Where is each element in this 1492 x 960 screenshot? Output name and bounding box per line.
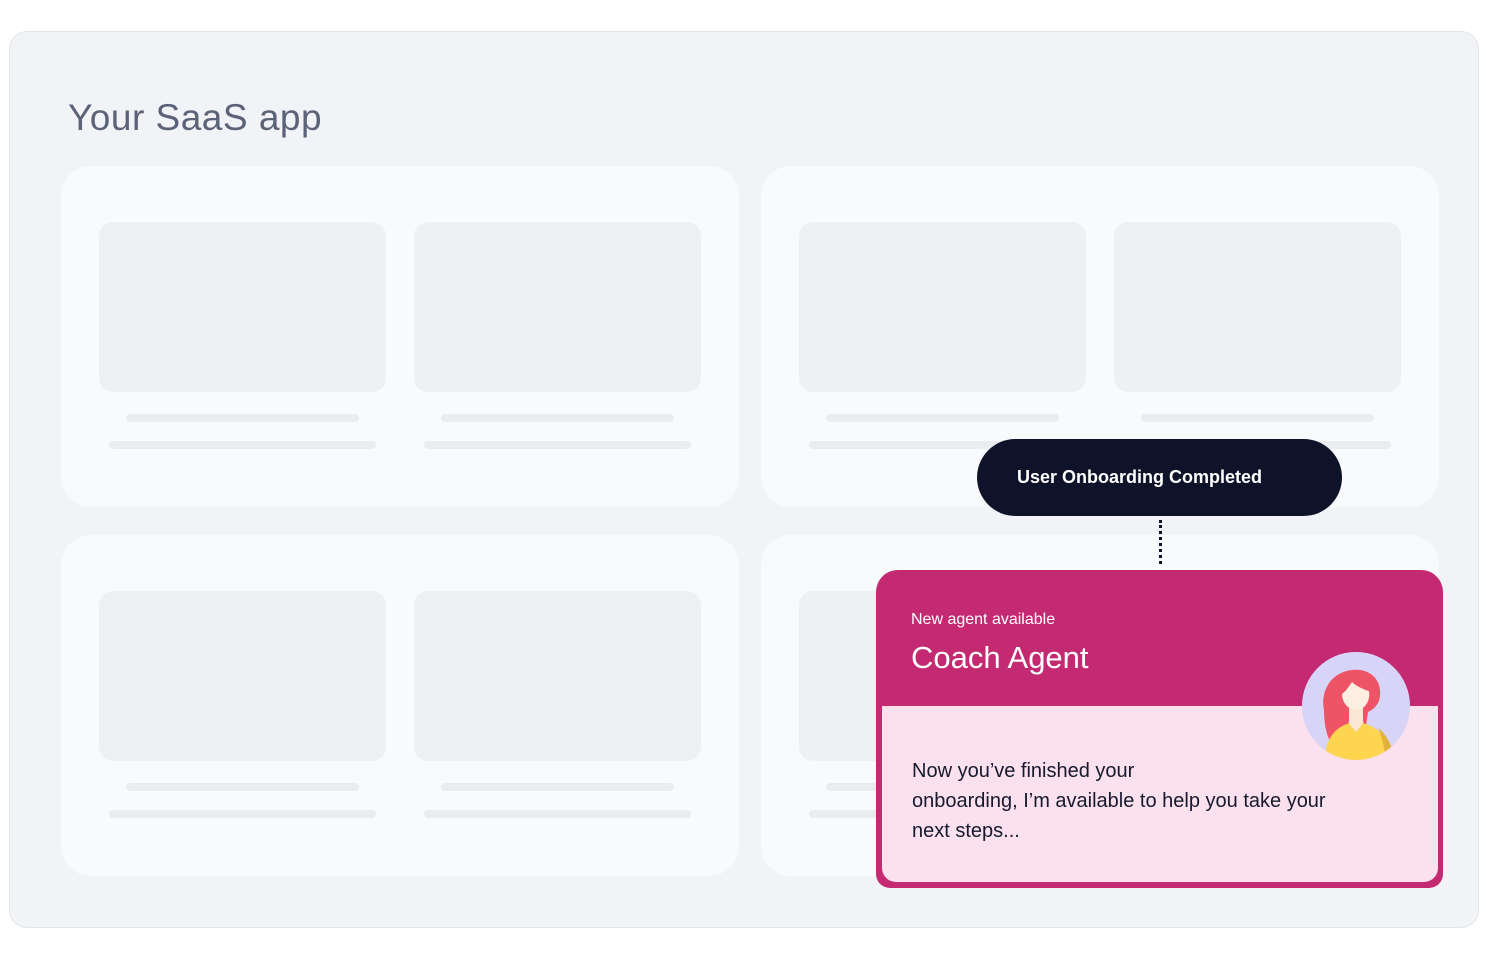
- placeholder-text-line: [109, 810, 376, 818]
- placeholder-image: [799, 222, 1086, 392]
- placeholder-text-line: [424, 441, 691, 449]
- agent-message-line: onboarding, I’m available to help you ta…: [912, 790, 1326, 812]
- event-label: User Onboarding Completed: [1017, 467, 1263, 487]
- event-badge: User Onboarding Completed: [977, 439, 1342, 516]
- placeholder-text-line: [126, 783, 359, 791]
- app-title: Your SaaS app: [68, 97, 323, 138]
- placeholder-image: [414, 222, 701, 392]
- dotted-connector: [1159, 520, 1162, 564]
- agent-message-line: next steps...: [912, 820, 1020, 842]
- placeholder-text-line: [424, 810, 691, 818]
- dashboard-card: [61, 535, 739, 876]
- placeholder-text-line: [126, 414, 359, 422]
- woman-avatar-icon: [1302, 652, 1410, 760]
- placeholder-image: [99, 591, 386, 761]
- agent-subtitle: New agent available: [911, 611, 1056, 628]
- agent-message: Now you’ve finished your onboarding, I’m…: [912, 756, 1392, 846]
- placeholder-image: [99, 222, 386, 392]
- placeholder-image: [1114, 222, 1401, 392]
- placeholder-text-line: [1141, 414, 1374, 422]
- placeholder-text-line: [441, 414, 674, 422]
- dashboard-card: [61, 166, 739, 507]
- agent-message-line: Now you’ve finished your: [912, 760, 1135, 782]
- agent-name: Coach Agent: [911, 640, 1089, 675]
- placeholder-image: [414, 591, 701, 761]
- placeholder-text-line: [441, 783, 674, 791]
- placeholder-text-line: [109, 441, 376, 449]
- placeholder-text-line: [826, 414, 1059, 422]
